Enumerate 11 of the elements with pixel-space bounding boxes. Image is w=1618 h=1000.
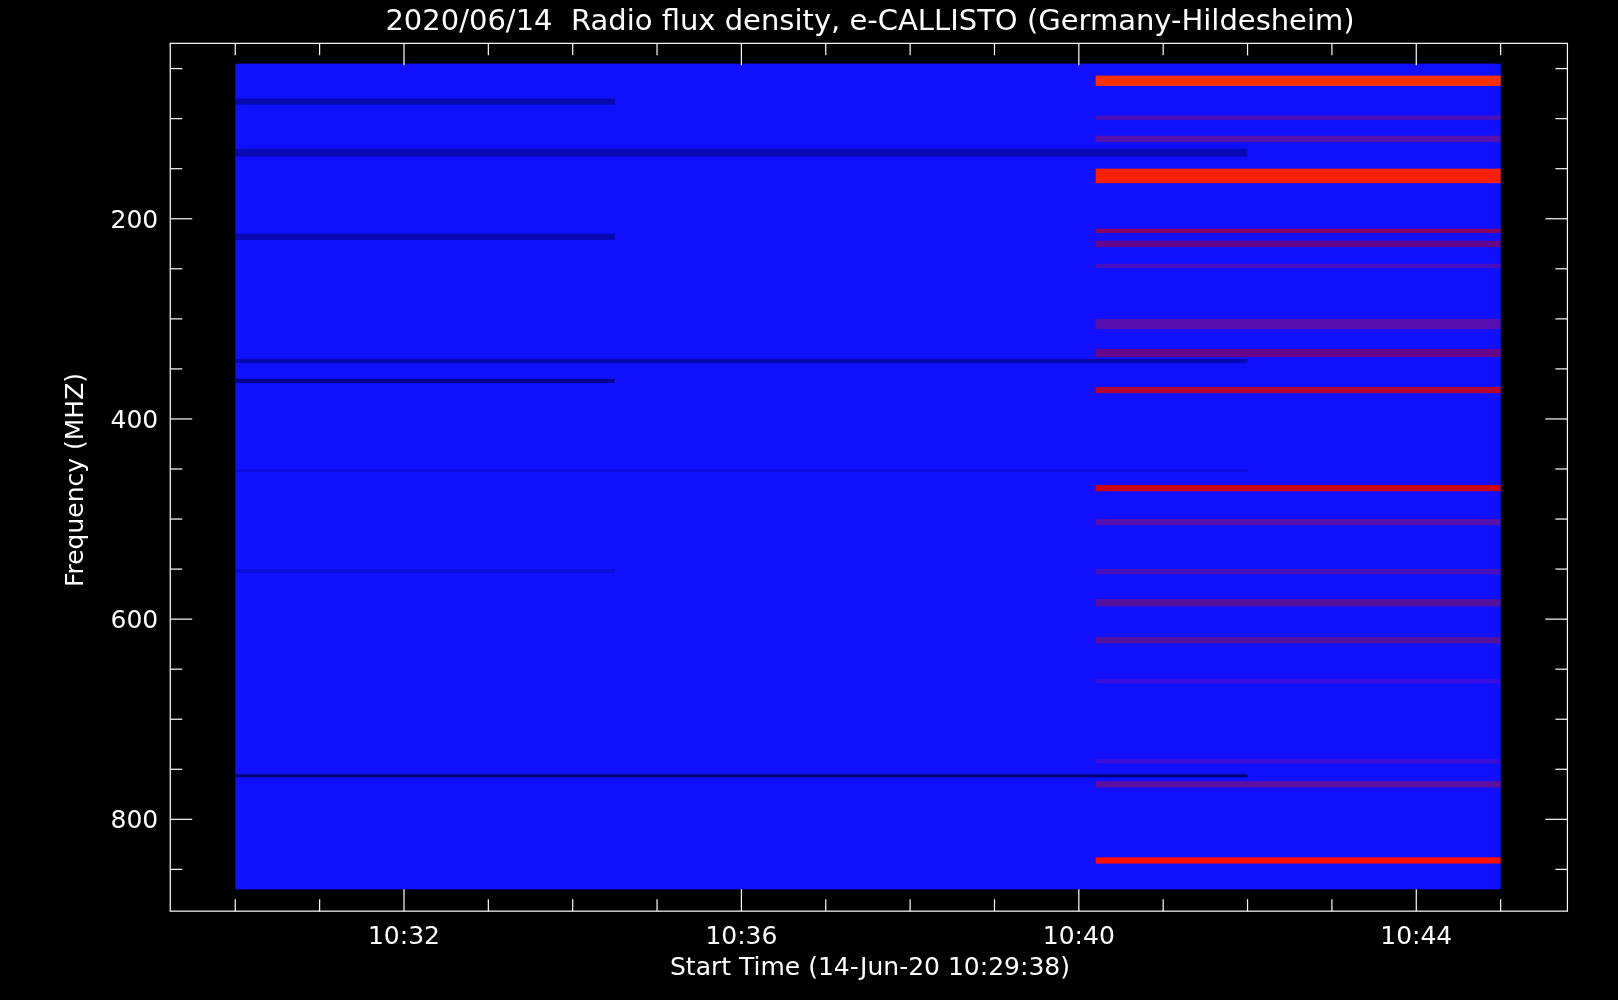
- y-axis-label: Frequency (MHZ): [60, 372, 89, 588]
- chart-title: 2020/06/14 Radio flux density, e-CALLISTO (Germany-Hildesheim): [385, 3, 1355, 37]
- y-tick-label: 400: [110, 404, 159, 434]
- x-tick-label: 10:44: [1380, 921, 1453, 950]
- y-tick-label: 800: [110, 805, 159, 835]
- y-tick-label: 600: [110, 605, 159, 635]
- x-axis-label: Start Time (14-Jun-20 10:29:38): [670, 952, 1070, 981]
- x-tick-label: 10:40: [1042, 921, 1115, 950]
- x-tick-label: 10:32: [367, 921, 440, 950]
- y-tick-label: 200: [110, 204, 159, 234]
- x-tick-label: 10:36: [705, 921, 778, 950]
